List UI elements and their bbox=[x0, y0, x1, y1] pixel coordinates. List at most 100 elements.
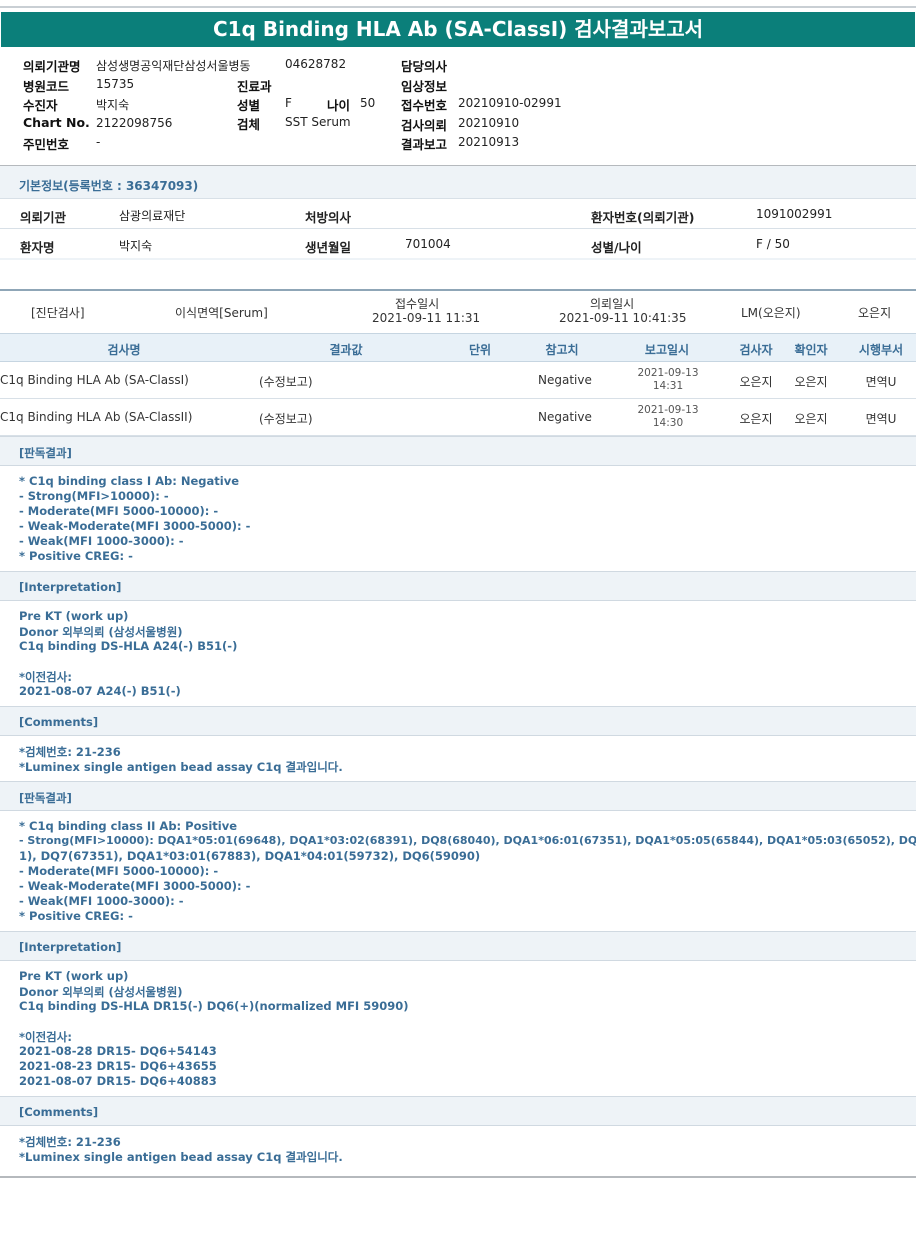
section-line: C1q binding DS-HLA DR15(-) DQ6(+)(normal… bbox=[19, 999, 409, 1013]
section-body: * C1q binding class I Ab: Negative - Str… bbox=[0, 466, 916, 571]
basic-info-title: 기본정보(등록번호 : 36347093) bbox=[19, 179, 199, 193]
section-header: [판독결과] bbox=[0, 781, 916, 811]
section-header: [판독결과] bbox=[0, 436, 916, 466]
header-value: 2122098756 bbox=[96, 116, 173, 130]
section-header: [Interpretation] bbox=[0, 931, 916, 961]
col-header: 보고일시 bbox=[644, 343, 690, 357]
header-label: 주민번호 bbox=[23, 137, 70, 152]
test-result: (수정보고) bbox=[259, 412, 313, 426]
report-header: 의뢰기관명 삼성생명공익재단삼성서울병동 04628782 담당의사 병원코드 … bbox=[0, 54, 916, 164]
section-line: - Strong(MFI>10000): - bbox=[19, 489, 169, 503]
basic-label: 환자명 bbox=[20, 240, 55, 255]
section-line: 2021-08-07 A24(-) B51(-) bbox=[19, 684, 181, 698]
diag-receive-time: 2021-09-11 11:31 bbox=[372, 311, 481, 325]
header-value: - bbox=[96, 135, 101, 149]
test-name: C1q Binding HLA Ab (SA-ClassII) bbox=[0, 410, 193, 424]
test-reference: Negative bbox=[538, 373, 592, 387]
section-line: *이전검사: bbox=[19, 1030, 72, 1044]
header-value: 20210913 bbox=[458, 135, 520, 149]
report-date: 2021-09-13 bbox=[637, 404, 699, 416]
header-value: 20210910-02991 bbox=[458, 96, 562, 110]
section-line: - Moderate(MFI 5000-10000): - bbox=[19, 504, 219, 518]
test-name: C1q Binding HLA Ab (SA-ClassI) bbox=[0, 373, 189, 387]
dept: 면역U bbox=[865, 375, 897, 389]
header-value: 15735 bbox=[96, 77, 135, 91]
section-body: Pre KT (work up) Donor 외부의뢰 (삼성서울병원) C1q… bbox=[0, 601, 916, 706]
basic-label: 처방의사 bbox=[305, 210, 352, 225]
diag-receive-label: 접수일시 bbox=[395, 297, 440, 311]
basic-label: 성별/나이 bbox=[591, 240, 642, 255]
section-title: [판독결과] bbox=[19, 791, 72, 805]
basic-value: 701004 bbox=[405, 237, 451, 251]
section-line: - Weak(MFI 1000-3000): - bbox=[19, 894, 184, 908]
tester: 오은지 bbox=[739, 375, 773, 389]
diag-request-time: 2021-09-11 10:41:35 bbox=[559, 311, 687, 325]
diag-person: 오은지 bbox=[858, 306, 892, 320]
section-title: [Comments] bbox=[19, 715, 99, 729]
diag-request-label: 의뢰일시 bbox=[590, 297, 635, 311]
section-title: [Interpretation] bbox=[19, 940, 122, 954]
section-header: [Comments] bbox=[0, 706, 916, 736]
header-label: 접수번호 bbox=[401, 98, 448, 113]
results-table-header: 검사명 결과값 단위 참고치 보고일시 검사자 확인자 시행부서 bbox=[0, 333, 916, 362]
header-value: 04628782 bbox=[285, 57, 347, 71]
section-line: * Positive CREG: - bbox=[19, 549, 133, 563]
section-body: *검체번호: 21-236 *Luminex single antigen be… bbox=[0, 1126, 916, 1171]
header-value: 20210910 bbox=[458, 116, 520, 130]
section-line: - Weak-Moderate(MFI 3000-5000): - bbox=[19, 879, 251, 893]
top-rule bbox=[0, 6, 916, 8]
header-label: 의뢰기관명 bbox=[23, 59, 81, 74]
section-line: 2021-08-23 DR15- DQ6+43655 bbox=[19, 1059, 217, 1073]
header-label: Chart No. bbox=[23, 115, 90, 130]
col-header: 단위 bbox=[468, 343, 492, 357]
section-line: *Luminex single antigen bead assay C1q 결… bbox=[19, 760, 343, 774]
section-line: *검체번호: 21-236 bbox=[19, 745, 121, 759]
basic-info-row: 의뢰기관 삼광의료재단 처방의사 환자번호(의뢰기관) 1091002991 bbox=[0, 198, 916, 228]
section-line: * C1q binding class II Ab: Positive bbox=[19, 819, 238, 833]
diag-category: [진단검사] bbox=[31, 306, 85, 320]
section-line: - Weak-Moderate(MFI 3000-5000): - bbox=[19, 519, 251, 533]
diag-lm: LM(오은지) bbox=[741, 306, 801, 320]
checker: 오은지 bbox=[794, 375, 828, 389]
header-label: 결과보고 bbox=[401, 137, 448, 152]
section-line: *검체번호: 21-236 bbox=[19, 1135, 121, 1149]
report-end-rule bbox=[0, 1176, 916, 1178]
section-line: Pre KT (work up) bbox=[19, 969, 129, 983]
header-label: 진료과 bbox=[237, 79, 272, 94]
section-line: - Weak(MFI 1000-3000): - bbox=[19, 534, 184, 548]
section-line: 2021-08-28 DR15- DQ6+54143 bbox=[19, 1044, 217, 1058]
report-date: 2021-09-13 bbox=[637, 367, 699, 379]
header-value: 삼성생명공익재단삼성서울병동 bbox=[96, 59, 251, 73]
table-row: C1q Binding HLA Ab (SA-ClassI) (수정보고) Ne… bbox=[0, 362, 916, 399]
section-line: *이전검사: bbox=[19, 670, 72, 684]
header-label: 검체 bbox=[237, 117, 261, 132]
tester: 오은지 bbox=[739, 412, 773, 426]
header-label: 임상정보 bbox=[401, 79, 448, 94]
col-header: 확인자 bbox=[794, 343, 828, 357]
col-header: 검사명 bbox=[107, 343, 141, 357]
header-value: SST Serum bbox=[285, 115, 351, 129]
diag-dept: 이식면역[Serum] bbox=[175, 306, 268, 320]
table-row: C1q Binding HLA Ab (SA-ClassII) (수정보고) N… bbox=[0, 399, 916, 436]
basic-value: 삼광의료재단 bbox=[119, 209, 186, 223]
section-body: *검체번호: 21-236 *Luminex single antigen be… bbox=[0, 736, 916, 781]
col-header: 검사자 bbox=[739, 343, 773, 357]
header-value: F bbox=[285, 96, 292, 110]
col-header: 시행부서 bbox=[858, 343, 904, 357]
report-time: 14:31 bbox=[652, 380, 684, 392]
test-reference: Negative bbox=[538, 410, 592, 424]
section-line: C1q binding DS-HLA A24(-) B51(-) bbox=[19, 639, 238, 653]
header-value: 박지숙 bbox=[96, 98, 130, 112]
section-line: Donor 외부의뢰 (삼성서울병원) bbox=[19, 985, 183, 999]
report-time: 14:30 bbox=[652, 417, 684, 429]
section-line: - Moderate(MFI 5000-10000): - bbox=[19, 864, 219, 878]
section-line: * Positive CREG: - bbox=[19, 909, 133, 923]
section-line: *Luminex single antigen bead assay C1q 결… bbox=[19, 1150, 343, 1164]
section-header: [Comments] bbox=[0, 1096, 916, 1126]
basic-label: 환자번호(의뢰기관) bbox=[591, 210, 695, 225]
col-header: 결과값 bbox=[329, 343, 363, 357]
header-label: 나이 bbox=[327, 98, 351, 113]
section-title: [판독결과] bbox=[19, 446, 72, 460]
dept: 면역U bbox=[865, 412, 897, 426]
basic-value: 1091002991 bbox=[756, 207, 833, 221]
